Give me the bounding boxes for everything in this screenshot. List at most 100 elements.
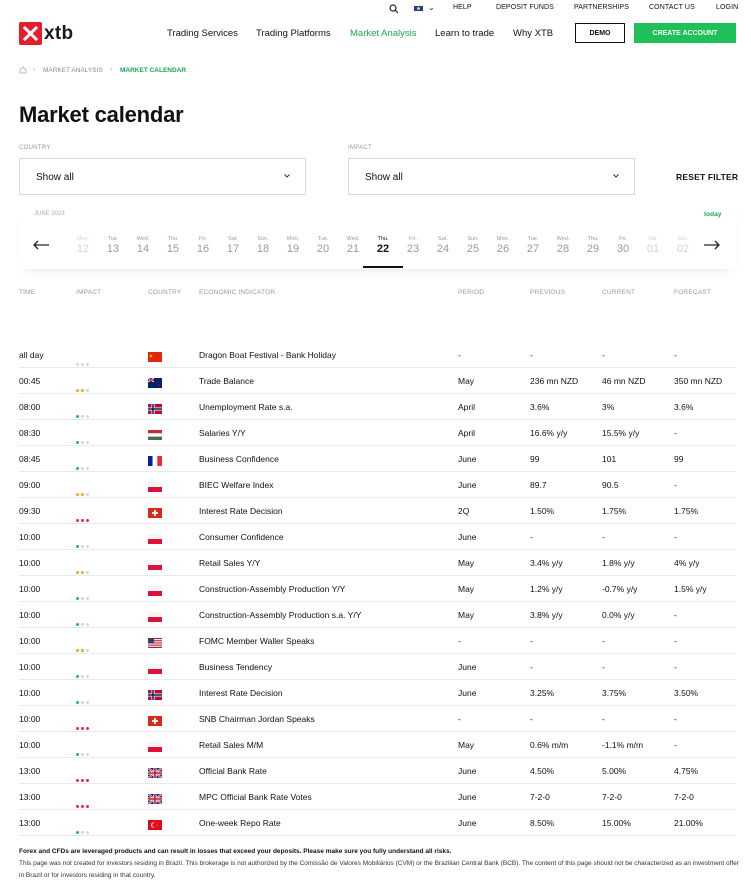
impact-dot [86,675,89,678]
table-row[interactable]: 10:00 Construction-Assembly Production s.… [19,602,736,628]
table-row[interactable]: 13:00 Official Bank Rate June 4.50% 5.00% 4.7… [19,758,736,784]
day-item[interactable]: Mon. 26 [490,236,516,268]
table-row[interactable]: 00:45 Trade Balance May 236 mn NZD 46 mn NZD… [19,368,736,394]
login-link[interactable]: LOGIN [716,4,738,11]
table-row[interactable]: 10:00 FOMC Member Waller Speaks - - - - [19,628,736,654]
impact-select[interactable]: Show all [348,158,635,195]
day-number: 17 [226,243,240,255]
nav-trading-platforms[interactable]: Trading Platforms [256,28,331,39]
day-item[interactable]: Thu. 29 [580,236,606,268]
country-flag-icon [148,349,162,362]
day-item[interactable]: Thu. 15 [160,236,186,268]
day-item[interactable]: Mon. 12 [70,236,96,268]
cell-time: 09:30 [19,506,41,516]
day-number: 01 [646,243,660,255]
day-name: Fri. [619,236,627,242]
table-row[interactable]: 13:00 One-week Repo Rate June 8.50% 15.00% 21… [19,810,736,836]
help-link[interactable]: HELP [453,4,472,11]
nav-why-xtb[interactable]: Why XTB [513,28,553,39]
cell-indicator: BIEC Welfare Index [199,480,274,490]
table-row[interactable]: 08:45 Business Confidence June 99 101 99 [19,446,736,472]
nav-learn-to-trade[interactable]: Learn to trade [435,28,494,39]
impact-dot [76,831,79,834]
table-row[interactable]: 09:30 Interest Rate Decision 2Q 1.50% 1.75% 1… [19,498,736,524]
day-item[interactable]: Sun. 02 [670,236,696,268]
deposit-funds-link[interactable]: DEPOSIT FUNDS [496,4,554,11]
home-icon[interactable] [19,66,27,74]
day-item[interactable]: Fri. 23 [400,236,426,268]
day-item[interactable]: Fri. 16 [190,236,216,268]
utility-bar: ⌄ HELP DEPOSIT FUNDS PARTNERSHIPS CONTAC… [0,0,751,17]
today-link[interactable]: today [704,211,721,218]
table-row[interactable]: 08:30 Salaries Y/Y April 16.6% y/y 15.5% y/y… [19,420,736,446]
impact-dot [81,415,84,418]
cell-forecast: 4% y/y [674,558,700,568]
cell-current: - [602,636,605,646]
chevron-down-icon[interactable]: ⌄ [428,3,435,12]
create-account-button[interactable]: CREATE ACCOUNT [634,23,736,43]
table-row[interactable]: 10:00 SNB Chairman Jordan Speaks - - - - [19,706,736,732]
impact-dot [81,727,84,730]
search-icon[interactable] [389,4,399,14]
table-row[interactable]: 13:00 MPC Official Bank Rate Votes June 7-2… [19,784,736,810]
table-row[interactable]: 10:00 Retail Sales Y/Y May 3.4% y/y 1.8% y/y… [19,550,736,576]
day-item[interactable]: Mon. 19 [280,236,306,268]
country-select-value: Show all [36,172,74,183]
demo-button[interactable]: DEMO [575,23,625,43]
disclaimer-bold: Forex and CFDs are leveraged products an… [19,848,452,855]
arrow-left-icon[interactable] [32,240,50,250]
cell-forecast: 4.75% [674,766,699,776]
day-item[interactable]: Tue. 20 [310,236,336,268]
language-flag-icon[interactable] [413,5,424,12]
day-item[interactable]: Tue. 13 [100,236,126,268]
cell-previous: 89.7 [530,480,547,490]
cell-previous: - [530,532,533,542]
cell-forecast: 21.00% [674,818,703,828]
day-item[interactable]: Wed. 21 [340,236,366,268]
table-row[interactable]: 10:00 Retail Sales M/M May 0.6% m/m -1.1% m/… [19,732,736,758]
contact-us-link[interactable]: CONTACT US [649,4,695,11]
cell-previous: 3.8% y/y [530,610,563,620]
country-flag-icon [148,661,162,674]
chevron-down-icon [613,174,619,178]
nav-trading-services[interactable]: Trading Services [167,28,238,39]
arrow-right-icon[interactable] [703,240,721,250]
cell-previous: 236 mn NZD [530,376,579,386]
impact-dot [81,571,84,574]
table-row[interactable]: 10:00 Construction-Assembly Production Y/… [19,576,736,602]
day-name: Mon. [286,236,300,242]
day-item[interactable]: Fri. 30 [610,236,636,268]
nav-market-analysis[interactable]: Market Analysis [350,28,417,39]
cell-forecast: - [674,428,677,438]
day-item[interactable]: Sun. 25 [460,236,486,268]
reset-filter-button[interactable]: RESET FILTER [676,172,738,182]
day-number: 14 [136,243,150,255]
day-item[interactable]: Sat. 01 [640,236,666,268]
day-item[interactable]: Wed. 28 [550,236,576,268]
day-name: Sat. [648,236,658,242]
table-row[interactable]: 10:00 Consumer Confidence June - - - [19,524,736,550]
day-item[interactable]: Thu. 22 [363,236,403,268]
table-row[interactable]: 08:00 Unemployment Rate s.a. April 3.6% 3% 3.… [19,394,736,420]
impact-dot [86,519,89,522]
partnerships-link[interactable]: PARTNERSHIPS [574,4,629,11]
cell-period: April [458,428,476,438]
day-item[interactable]: Sun. 18 [250,236,276,268]
table-row[interactable]: 09:00 BIEC Welfare Index June 89.7 90.5 - [19,472,736,498]
table-row[interactable]: all day Dragon Boat Festival - Bank Holid… [19,342,736,368]
day-name: Mon. [76,236,90,242]
day-item[interactable]: Sat. 17 [220,236,246,268]
day-item[interactable]: Sat. 24 [430,236,456,268]
day-item[interactable]: Wed. 14 [130,236,156,268]
breadcrumb-market-analysis[interactable]: MARKET ANALYSIS [43,67,103,74]
table-row[interactable]: 10:00 Business Tendency June - - - [19,654,736,680]
risk-disclaimer: Forex and CFDs are leveraged products an… [19,846,739,882]
table-row[interactable]: 10:00 Interest Rate Decision June 3.25% 3.75… [19,680,736,706]
cell-time: 10:00 [19,688,41,698]
xtb-logo[interactable]: xtb [19,22,84,45]
cell-previous: 1.50% [530,506,555,516]
cell-forecast: 3.6% [674,402,694,412]
day-item[interactable]: Tue. 27 [520,236,546,268]
day-number: 29 [586,243,600,255]
country-select[interactable]: Show all [19,158,306,195]
